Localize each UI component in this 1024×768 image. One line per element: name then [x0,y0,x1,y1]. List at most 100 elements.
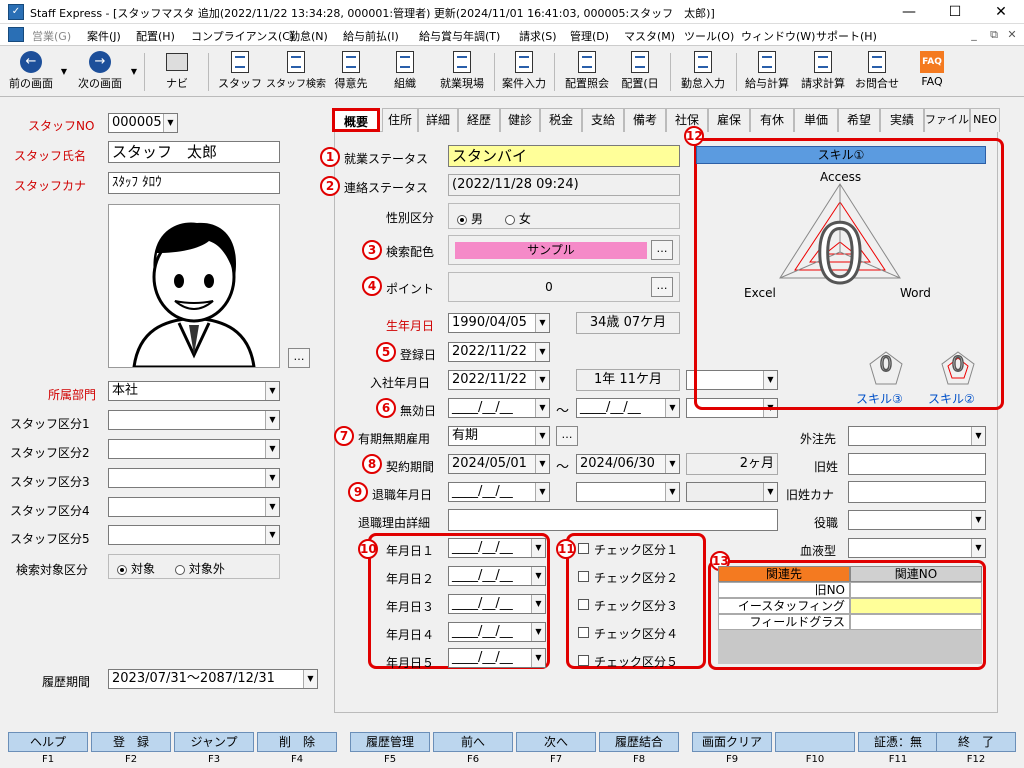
staff-cat5-select[interactable]: ▼ [108,525,280,545]
f3-jump-button[interactable]: ジャンプ [174,732,254,752]
tab-summary[interactable]: 概要 [332,108,380,132]
staff-name-input[interactable]: スタッフ 太郎 [108,141,280,163]
tab-unit-price[interactable]: 単価 [794,108,838,132]
retire-date-select[interactable]: ____/__/__ ▼ [448,482,550,502]
close-button[interactable]: ✕ [978,0,1024,24]
f9-clear-button[interactable]: 画面クリア [692,732,772,752]
employment-type-detail-button[interactable]: … [556,426,578,446]
tab-checkup[interactable]: 健診 [500,108,540,132]
f10-button[interactable] [775,732,855,752]
org-button[interactable]: 組織 [382,49,428,95]
retire-reason-select[interactable]: ▼ [576,482,680,502]
tab-paid-leave[interactable]: 有休 [750,108,794,132]
tab-tax[interactable]: 税金 [540,108,582,132]
mdi-close-button[interactable]: ✕ [1004,28,1020,44]
f2-save-button[interactable]: 登 録 [91,732,171,752]
client-button[interactable]: 得意先 [328,49,374,95]
minimize-button[interactable]: — [886,0,932,24]
related-estaffing-input[interactable] [850,598,982,614]
billing-button[interactable]: 請求計算 [796,49,850,95]
contract-from-select[interactable]: 2024/05/01 ▼ [448,454,550,474]
related-fieldglass-input[interactable] [850,614,982,630]
tab-detail[interactable]: 詳細 [418,108,458,132]
menu-master[interactable]: マスタ(M) [624,28,675,44]
forward-dropdown-icon[interactable]: ▼ [128,49,140,95]
history-period-select[interactable]: 2023/07/31～2087/12/31 ▼ [108,669,318,689]
retire-extra-select[interactable]: ▼ [686,482,778,502]
tab-career[interactable]: 経歴 [458,108,500,132]
contract-to-select[interactable]: 2024/06/30 ▼ [576,454,680,474]
tab-employment-insurance[interactable]: 雇保 [708,108,750,132]
f7-next-button[interactable]: 次へ [516,732,596,752]
staff-cat1-select[interactable]: ▼ [108,410,280,430]
employment-type-select[interactable]: 有期 ▼ [448,426,550,446]
mdi-restore-button[interactable]: ⧉ [986,28,1002,44]
f11-evidence-button[interactable]: 証憑：無 [858,732,938,752]
check3-checkbox[interactable] [578,599,589,610]
staff-kana-input[interactable]: ｽﾀｯﾌ ﾀﾛｳ [108,172,280,194]
maximize-button[interactable]: ☐ [932,0,978,24]
birth-date-select[interactable]: 1990/04/05 ▼ [448,313,550,333]
menu-window[interactable]: ウィンドウ(W) [741,28,815,44]
tab-address[interactable]: 住所 [382,108,418,132]
site-button[interactable]: 就業現場 [434,49,490,95]
menu-assign[interactable]: 配置(H) [136,28,175,44]
menu-jobs[interactable]: 案件(J) [87,28,121,44]
date3-select[interactable]: ____/__/__ ▼ [448,594,546,614]
join-date-select[interactable]: 2022/11/22 ▼ [448,370,550,390]
staff-cat4-select[interactable]: ▼ [108,497,280,517]
old-kana-input[interactable] [848,481,986,503]
staff-no-select[interactable]: 000005 ▼ [108,113,178,133]
skill3-link[interactable]: スキル③ [856,390,903,407]
point-detail-button[interactable]: … [651,277,673,297]
staff-search-button[interactable]: スタッフ検索 [266,49,326,95]
f4-delete-button[interactable]: 削 除 [257,732,337,752]
payroll-button[interactable]: 給与計算 [740,49,794,95]
tab-neo[interactable]: NEO [970,108,1000,132]
check4-checkbox[interactable] [578,627,589,638]
gender-female-radio[interactable]: 女 [504,212,531,226]
assign-inquiry-button[interactable]: 配置照会 [560,49,614,95]
work-status-field[interactable]: スタンバイ [448,145,680,167]
date1-select[interactable]: ____/__/__ ▼ [448,538,546,558]
old-name-input[interactable] [848,453,986,475]
forward-button[interactable]: → 次の画面 [72,49,128,95]
blood-type-select[interactable]: ▼ [848,538,986,558]
dept-select[interactable]: 本社 ▼ [108,381,280,401]
tab-pay[interactable]: 支給 [582,108,624,132]
date5-select[interactable]: ____/__/__ ▼ [448,648,546,668]
search-target-on-radio[interactable]: 対象 [117,562,155,576]
tab-files[interactable]: ファイル [924,108,970,132]
invalid-date-from-select[interactable]: ____/__/__ ▼ [448,398,550,418]
menu-sales[interactable]: 営業(G) [32,28,71,44]
f1-help-button[interactable]: ヘルプ [8,732,88,752]
retire-reason-detail-input[interactable] [448,509,778,531]
related-old-no-input[interactable] [850,582,982,598]
check5-checkbox[interactable] [578,655,589,666]
menu-attendance[interactable]: 勤怠(N) [289,28,328,44]
assign-day-button[interactable]: 配置(日 [616,49,664,95]
color-picker-button[interactable]: … [651,240,673,260]
search-target-off-radio[interactable]: 対象外 [174,562,225,576]
mdi-minimize-button[interactable]: _ [966,28,982,44]
registration-date-select[interactable]: 2022/11/22 ▼ [448,342,550,362]
f12-exit-button[interactable]: 終 了 [936,732,1016,752]
faq-button[interactable]: FAQ FAQ [908,49,956,95]
staff-button[interactable]: スタッフ [216,49,264,95]
f6-prev-button[interactable]: 前へ [433,732,513,752]
tab-notes[interactable]: 備考 [624,108,666,132]
gender-male-radio[interactable]: 男 [457,212,483,226]
skill2-link[interactable]: スキル② [928,390,975,407]
tab-preference[interactable]: 希望 [838,108,880,132]
f5-history-button[interactable]: 履歴管理 [350,732,430,752]
back-button[interactable]: ← 前の画面 [4,49,58,95]
check2-checkbox[interactable] [578,571,589,582]
staff-cat3-select[interactable]: ▼ [108,468,280,488]
back-dropdown-icon[interactable]: ▼ [58,49,70,95]
outsource-select[interactable]: ▼ [848,426,986,446]
menu-payroll[interactable]: 給与賞与年調(T) [419,28,500,44]
contact-button[interactable]: お問合せ [852,49,902,95]
f8-history-merge-button[interactable]: 履歴結合 [599,732,679,752]
date2-select[interactable]: ____/__/__ ▼ [448,566,546,586]
photo-browse-button[interactable]: … [288,348,310,368]
